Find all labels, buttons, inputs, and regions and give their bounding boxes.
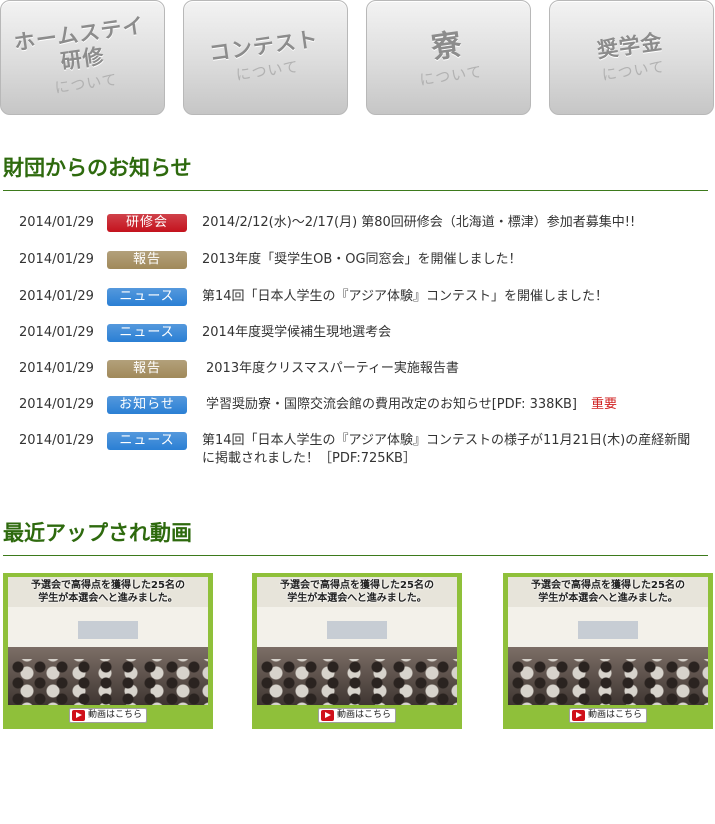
video-thumbnail[interactable]: 予選会で高得点を獲得した25名の 学生が本選会へと進みました。 bbox=[508, 577, 708, 705]
tile-dormitory-content: 寮 について bbox=[367, 1, 530, 114]
video-section-heading: 最近アップされ動画 bbox=[3, 517, 708, 556]
news-date: 2014/01/29 bbox=[19, 433, 94, 448]
tile-dormitory-sub: について bbox=[418, 61, 484, 89]
news-link[interactable]: 2013年度「奨学生OB・OG同窓会」を開催しました！ bbox=[202, 251, 702, 269]
news-date: 2014/01/29 bbox=[19, 252, 94, 267]
news-category-badge[interactable]: 報告 bbox=[107, 251, 187, 269]
video-caption-line1: 予選会で高得点を獲得した25名の bbox=[280, 580, 434, 591]
tile-scholarship-content: 奨学金 について bbox=[550, 1, 713, 114]
news-category-badge[interactable]: ニュース bbox=[107, 432, 187, 450]
tile-contest-content: コンテスト について bbox=[184, 1, 347, 114]
watch-video-button[interactable]: 動画はこちら bbox=[318, 708, 396, 723]
news-date: 2014/01/29 bbox=[19, 361, 94, 376]
watch-video-button[interactable]: 動画はこちら bbox=[69, 708, 147, 723]
tile-homestay-content: ホームステイ 研修 について bbox=[1, 1, 164, 114]
video-caption-line2: 学生が本選会へと進みました。 bbox=[538, 593, 678, 604]
top-nav-tiles: ホームステイ 研修 について コンテスト について 寮 について 奨学金 につい… bbox=[0, 0, 715, 116]
video-caption-line1: 予選会で高得点を獲得した25名の bbox=[531, 580, 685, 591]
tile-homestay[interactable]: ホームステイ 研修 について bbox=[0, 0, 165, 115]
video-caption: 予選会で高得点を獲得した25名の 学生が本選会へと進みました。 bbox=[508, 579, 708, 605]
thumb-audience bbox=[257, 659, 457, 705]
video-card[interactable]: 予選会で高得点を獲得した25名の 学生が本選会へと進みました。 動画はこちら bbox=[252, 573, 462, 729]
tile-homestay-title-line2: 研修 bbox=[59, 43, 107, 74]
watch-video-label: 動画はこちら bbox=[588, 710, 643, 720]
news-link[interactable]: 学習奨励寮・国際交流会館の費用改定のお知らせ[PDF: 338KB] bbox=[206, 397, 577, 412]
tile-contest[interactable]: コンテスト について bbox=[183, 0, 348, 115]
news-link[interactable]: 2014年度奨学候補生現地選考会 bbox=[202, 324, 702, 342]
video-thumbnail[interactable]: 予選会で高得点を獲得した25名の 学生が本選会へと進みました。 bbox=[257, 577, 457, 705]
thumb-stage bbox=[578, 621, 638, 639]
watch-video-button[interactable]: 動画はこちら bbox=[569, 708, 647, 723]
video-caption-line1: 予選会で高得点を獲得した25名の bbox=[31, 580, 185, 591]
tile-scholarship[interactable]: 奨学金 について bbox=[549, 0, 714, 115]
news-item-body: 学習奨励寮・国際交流会館の費用改定のお知らせ[PDF: 338KB] 重要 bbox=[206, 396, 706, 414]
important-label: 重要 bbox=[590, 397, 617, 412]
news-link[interactable]: 2013年度クリスマスパーティー実施報告書 bbox=[206, 360, 706, 378]
news-category-badge[interactable]: 研修会 bbox=[107, 214, 187, 232]
news-date: 2014/01/29 bbox=[19, 289, 94, 304]
video-caption-line2: 学生が本選会へと進みました。 bbox=[287, 593, 427, 604]
video-card[interactable]: 予選会で高得点を獲得した25名の 学生が本選会へと進みました。 動画はこちら bbox=[503, 573, 713, 729]
news-category-badge[interactable]: 報告 bbox=[107, 360, 187, 378]
watch-video-label: 動画はこちら bbox=[337, 710, 392, 720]
news-category-badge[interactable]: ニュース bbox=[107, 324, 187, 342]
video-caption: 予選会で高得点を獲得した25名の 学生が本選会へと進みました。 bbox=[257, 579, 457, 605]
news-category-badge[interactable]: お知らせ bbox=[107, 396, 187, 414]
news-link[interactable]: 第14回「日本人学生の『アジア体験』コンテスト」を開催しました！ bbox=[202, 288, 702, 306]
thumb-stage bbox=[327, 621, 387, 639]
video-card[interactable]: 予選会で高得点を獲得した25名の 学生が本選会へと進みました。 動画はこちら bbox=[3, 573, 213, 729]
news-date: 2014/01/29 bbox=[19, 397, 94, 412]
tile-dormitory[interactable]: 寮 について bbox=[366, 0, 531, 115]
news-category-badge[interactable]: ニュース bbox=[107, 288, 187, 306]
video-caption-line2: 学生が本選会へと進みました。 bbox=[38, 593, 178, 604]
play-icon bbox=[572, 710, 585, 721]
news-link[interactable]: 第14回「日本人学生の『アジア体験』コンテストの様子が11月21日(木)の産経新… bbox=[202, 432, 697, 468]
video-thumbnail[interactable]: 予選会で高得点を獲得した25名の 学生が本選会へと進みました。 bbox=[8, 577, 208, 705]
thumb-audience bbox=[508, 659, 708, 705]
news-section-heading: 財団からのお知らせ bbox=[3, 152, 708, 191]
play-icon bbox=[321, 710, 334, 721]
thumb-stage bbox=[78, 621, 138, 639]
play-icon bbox=[72, 710, 85, 721]
video-caption: 予選会で高得点を獲得した25名の 学生が本選会へと進みました。 bbox=[8, 579, 208, 605]
news-date: 2014/01/29 bbox=[19, 215, 94, 230]
watch-video-label: 動画はこちら bbox=[88, 710, 143, 720]
tile-dormitory-title: 寮 bbox=[429, 26, 465, 66]
news-date: 2014/01/29 bbox=[19, 325, 94, 340]
thumb-audience bbox=[8, 659, 208, 705]
news-link[interactable]: 2014/2/12(水)～2/17(月) 第80回研修会（北海道・標津）参加者募… bbox=[202, 214, 702, 232]
